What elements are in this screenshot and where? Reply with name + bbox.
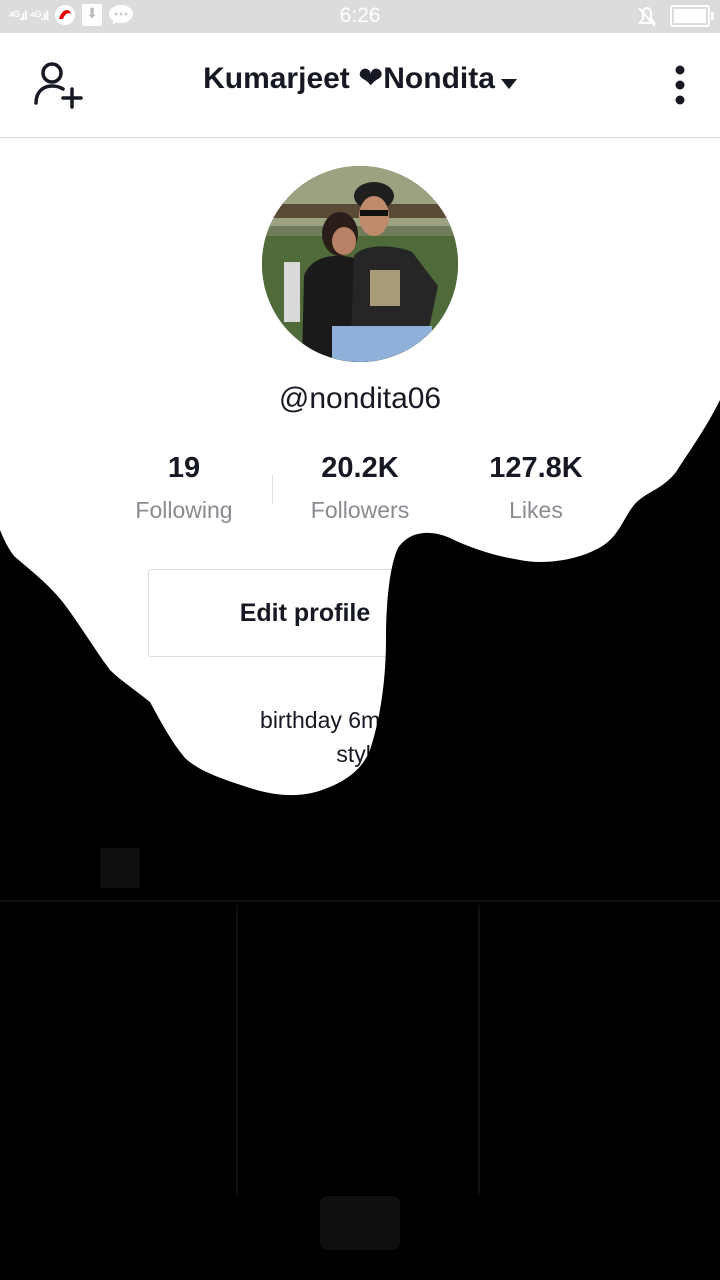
profile-header: Kumarjeet ❤Nondita: [0, 33, 720, 138]
status-right: [636, 5, 714, 27]
bio-line-2: style: [336, 741, 384, 767]
account-switcher[interactable]: Kumarjeet ❤Nondita: [0, 61, 720, 96]
followers-label: Followers: [310, 497, 410, 523]
caret-down-icon: [500, 78, 517, 89]
stat-followers[interactable]: 20.2K Followers: [270, 452, 450, 524]
avatar-photo: [262, 166, 458, 362]
stat-following[interactable]: 19 Following: [94, 452, 274, 524]
battery-icon: [670, 5, 714, 27]
avatar[interactable]: [262, 166, 458, 362]
status-bar: ⁴ᴳ.ıl ⁴ᴳ.ıl 6:26: [0, 0, 720, 33]
likes-count: 127.8K: [489, 452, 583, 484]
stat-likes[interactable]: 127.8K Likes: [446, 452, 626, 524]
following-label: Following: [135, 497, 233, 523]
app-screen: ⁴ᴳ.ıl ⁴ᴳ.ıl 6:26: [0, 0, 720, 1280]
favorites-button[interactable]: [470, 569, 558, 657]
more-vertical-icon[interactable]: [674, 65, 686, 105]
username: @nondita06: [278, 382, 442, 415]
likes-label: Likes: [509, 497, 563, 523]
edit-profile-button[interactable]: Edit profile: [148, 569, 462, 657]
mute-icon: [638, 6, 656, 27]
following-count: 19: [167, 452, 201, 484]
bio: birthday 6march 🍰 style: [60, 703, 660, 771]
followers-count: 20.2K: [321, 452, 399, 484]
status-time: 6:26: [339, 4, 381, 27]
page-title: Kumarjeet ❤Nondita: [203, 62, 495, 95]
bio-line-1: birthday 6march 🍰: [260, 707, 460, 733]
